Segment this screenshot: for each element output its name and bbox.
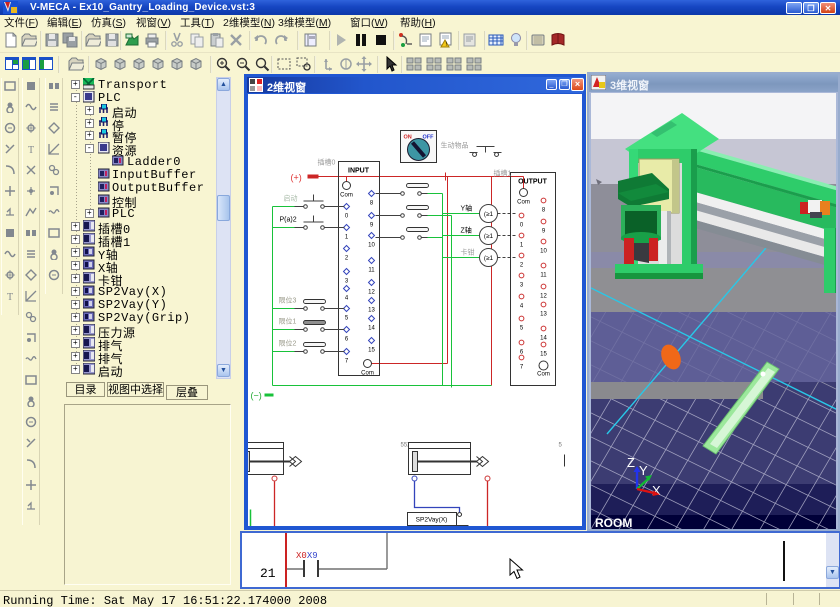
svg-text:14: 14	[368, 326, 375, 332]
svg-text:11: 11	[368, 268, 375, 274]
svg-text:Com: Com	[361, 371, 374, 377]
svg-text:(≥1: (≥1	[484, 233, 494, 240]
svg-text:(+): (+)	[291, 173, 302, 183]
svg-text:13: 13	[368, 308, 375, 314]
svg-text:21: 21	[260, 566, 276, 581]
svg-text:启动: 启动	[284, 194, 298, 203]
svg-text:OUTPUT: OUTPUT	[518, 179, 548, 186]
svg-text:14: 14	[540, 336, 547, 342]
svg-text:(≥1: (≥1	[484, 255, 494, 262]
svg-text:Com: Com	[340, 193, 353, 199]
svg-text:10: 10	[540, 249, 547, 255]
svg-text:插槽1: 插槽1	[494, 169, 512, 178]
svg-text:(≥1: (≥1	[484, 211, 494, 218]
svg-text:Z: Z	[627, 455, 635, 470]
svg-text:INPUT: INPUT	[348, 168, 370, 175]
svg-text:生动物品: 生动物品	[441, 141, 469, 150]
svg-text:T: T	[7, 292, 13, 302]
svg-text:X0X9: X0X9	[296, 551, 318, 561]
svg-text:Com: Com	[517, 200, 530, 206]
svg-text:(−): (−)	[251, 391, 262, 401]
svg-text:卡钳: 卡钳	[461, 248, 475, 257]
svg-text:12: 12	[368, 290, 375, 296]
svg-text:P(a)2: P(a)2	[280, 217, 297, 224]
svg-text:Z轴: Z轴	[461, 226, 472, 235]
svg-text:Com: Com	[537, 372, 550, 378]
svg-text:SP2Vay(X): SP2Vay(X)	[416, 517, 448, 524]
svg-text:Y轴: Y轴	[461, 204, 473, 213]
svg-text:插槽0: 插槽0	[318, 158, 336, 167]
svg-text:11: 11	[540, 273, 547, 279]
svg-text:15: 15	[540, 352, 547, 358]
svg-text:13: 13	[540, 312, 547, 318]
svg-text:Y: Y	[639, 463, 648, 478]
svg-text:12: 12	[540, 294, 547, 300]
svg-text:ROOM: ROOM	[595, 516, 632, 529]
svg-text:限位2: 限位2	[279, 339, 297, 348]
svg-text:T: T	[28, 145, 34, 155]
svg-text:限位3: 限位3	[279, 296, 297, 305]
svg-text:限位1: 限位1	[279, 317, 297, 326]
svg-text:10: 10	[368, 243, 375, 249]
svg-text:15: 15	[368, 348, 375, 354]
svg-text:ON: ON	[404, 135, 412, 141]
